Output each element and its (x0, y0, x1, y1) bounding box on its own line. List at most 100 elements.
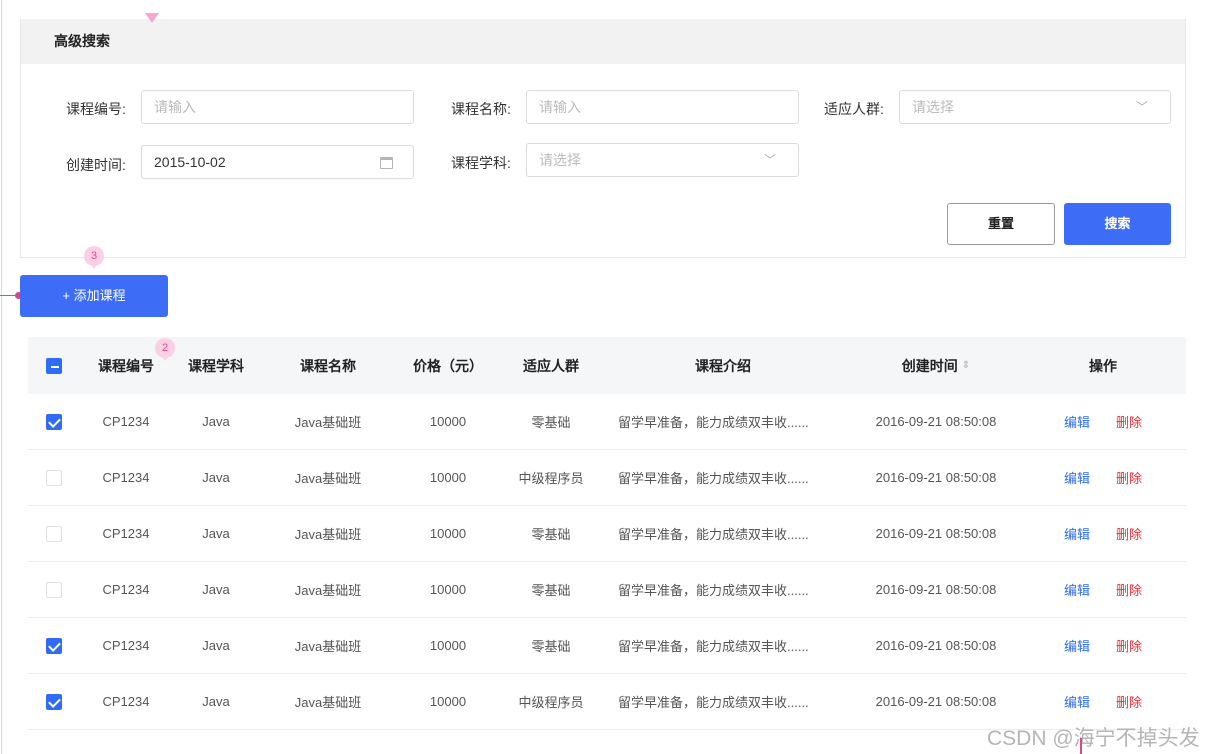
chevron-down-icon: ﹀ (1135, 100, 1148, 114)
cell-audience: 零基础 (531, 583, 571, 598)
delete-link[interactable]: 删除 (1116, 524, 1142, 543)
cell-audience: 中级程序员 (518, 471, 584, 486)
header-course-no: 课程编号 (98, 357, 154, 374)
cell-created: 2016-09-21 08:50:08 (875, 582, 997, 597)
cell-audience: 零基础 (531, 527, 571, 542)
cell-subject: Java (202, 470, 230, 485)
cell-audience: 中级程序员 (518, 695, 584, 710)
course-name-input[interactable]: 请输入 (526, 90, 799, 124)
cell-price: 10000 (429, 470, 467, 485)
row-checkbox[interactable] (46, 581, 62, 598)
calendar-icon (380, 157, 393, 169)
table-body: CP1234 Java Java基础班 10000 零基础 留学早准备，能力成绩双丰收..… (28, 394, 1186, 730)
header-subject: 课程学科 (188, 357, 244, 374)
search-button[interactable]: 搜索 (1064, 203, 1171, 245)
cell-name: Java基础班 (294, 527, 362, 542)
edit-link[interactable]: 编辑 (1064, 468, 1090, 487)
cell-price: 10000 (429, 638, 467, 653)
cell-created: 2016-09-21 08:50:08 (875, 470, 997, 485)
edit-link[interactable]: 编辑 (1064, 412, 1090, 431)
created-time-value: 2015-10-02 (154, 154, 226, 170)
edit-link[interactable]: 编辑 (1064, 636, 1090, 655)
cell-name: Java基础班 (294, 415, 362, 430)
delete-link[interactable]: 删除 (1116, 580, 1142, 599)
cell-intro: 留学早准备，能力成绩双丰收...... (618, 583, 809, 598)
table-header: 课程编号 课程学科 课程名称 价格（元） 适应人群 课程介绍 创建时间 ⇕ 操作 (28, 337, 1186, 394)
course-table: 课程编号 课程学科 课程名称 价格（元） 适应人群 课程介绍 创建时间 ⇕ 操作 … (28, 337, 1186, 730)
cell-created: 2016-09-21 08:50:08 (875, 638, 997, 653)
row-checkbox[interactable] (46, 693, 62, 710)
cell-course-no: CP1234 (102, 526, 150, 541)
cell-price: 10000 (429, 694, 467, 709)
header-price: 价格（元） (413, 357, 483, 374)
cell-price: 10000 (429, 526, 467, 541)
cell-audience: 零基础 (531, 415, 571, 430)
delete-link[interactable]: 删除 (1116, 412, 1142, 431)
row-checkbox[interactable] (46, 525, 62, 542)
audience-select-placeholder: 请选择 (912, 99, 954, 115)
cell-price: 10000 (429, 582, 467, 597)
edit-link[interactable]: 编辑 (1064, 580, 1090, 599)
edit-link[interactable]: 编辑 (1064, 692, 1090, 711)
delete-link[interactable]: 删除 (1116, 692, 1142, 711)
created-time-datepicker[interactable]: 2015-10-02 (141, 145, 414, 179)
row-checkbox[interactable] (46, 413, 62, 430)
reset-button[interactable]: 重置 (947, 203, 1055, 245)
cell-name: Java基础班 (294, 695, 362, 710)
header-created[interactable]: 创建时间 ⇕ (854, 337, 1018, 394)
course-no-input[interactable]: 请输入 (141, 90, 414, 124)
row-checkbox[interactable] (46, 637, 62, 654)
header-name: 课程名称 (300, 357, 356, 374)
cell-created: 2016-09-21 08:50:08 (875, 526, 997, 541)
cell-course-no: CP1234 (102, 638, 150, 653)
table-row: CP1234 Java Java基础班 10000 零基础 留学早准备，能力成绩双丰收..… (28, 562, 1186, 618)
cell-subject: Java (202, 638, 230, 653)
header-actions: 操作 (1089, 357, 1117, 374)
cell-subject: Java (202, 582, 230, 597)
cell-course-no: CP1234 (102, 470, 150, 485)
annotation-marker-3: 3 (84, 246, 104, 269)
cell-intro: 留学早准备，能力成绩双丰收...... (618, 527, 809, 542)
subject-label: 课程学科: (451, 155, 511, 171)
row-checkbox[interactable] (46, 469, 62, 486)
sort-icon[interactable]: ⇕ (962, 360, 970, 371)
cell-course-no: CP1234 (102, 414, 150, 429)
cell-subject: Java (202, 694, 230, 709)
annotation-marker-2: 2 (155, 338, 175, 361)
created-time-label: 创建时间: (66, 157, 126, 173)
course-name-label: 课程名称: (451, 101, 511, 117)
select-all-checkbox[interactable] (46, 357, 62, 374)
header-intro: 课程介绍 (695, 357, 751, 374)
cell-course-no: CP1234 (102, 694, 150, 709)
delete-link[interactable]: 删除 (1116, 636, 1142, 655)
annotation-tick (1080, 738, 1082, 754)
edit-link[interactable]: 编辑 (1064, 524, 1090, 543)
table-row: CP1234 Java Java基础班 10000 中级程序员 留学早准备，能力成绩双丰收… (28, 450, 1186, 506)
cell-price: 10000 (429, 414, 467, 429)
cell-audience: 零基础 (531, 639, 571, 654)
left-border-line (1, 0, 2, 754)
header-audience: 适应人群 (523, 357, 579, 374)
cell-created: 2016-09-21 08:50:08 (875, 694, 997, 709)
cell-subject: Java (202, 414, 230, 429)
chevron-down-icon: ﹀ (763, 153, 776, 167)
delete-link[interactable]: 删除 (1116, 468, 1142, 487)
table-row: CP1234 Java Java基础班 10000 零基础 留学早准备，能力成绩双丰收..… (28, 506, 1186, 562)
cell-name: Java基础班 (294, 583, 362, 598)
course-no-label: 课程编号: (66, 101, 126, 117)
audience-select[interactable]: 请选择 ﹀ (899, 90, 1171, 124)
cell-subject: Java (202, 526, 230, 541)
annotation-pin-top (145, 13, 159, 25)
cell-intro: 留学早准备，能力成绩双丰收...... (618, 415, 809, 430)
header-created-label: 创建时间 (901, 357, 958, 374)
cell-name: Java基础班 (294, 639, 362, 654)
add-course-button[interactable]: + 添加课程 (20, 275, 168, 317)
cell-name: Java基础班 (294, 471, 362, 486)
advanced-search-title: 高级搜索 (21, 19, 1185, 64)
watermark: CSDN @海宁不掉头发 (987, 727, 1200, 750)
table-row: CP1234 Java Java基础班 10000 零基础 留学早准备，能力成绩双丰收..… (28, 394, 1186, 450)
subject-select-placeholder: 请选择 (539, 152, 581, 168)
cell-intro: 留学早准备，能力成绩双丰收...... (618, 639, 809, 654)
subject-select[interactable]: 请选择 ﹀ (526, 143, 799, 177)
cell-intro: 留学早准备，能力成绩双丰收...... (618, 471, 809, 486)
